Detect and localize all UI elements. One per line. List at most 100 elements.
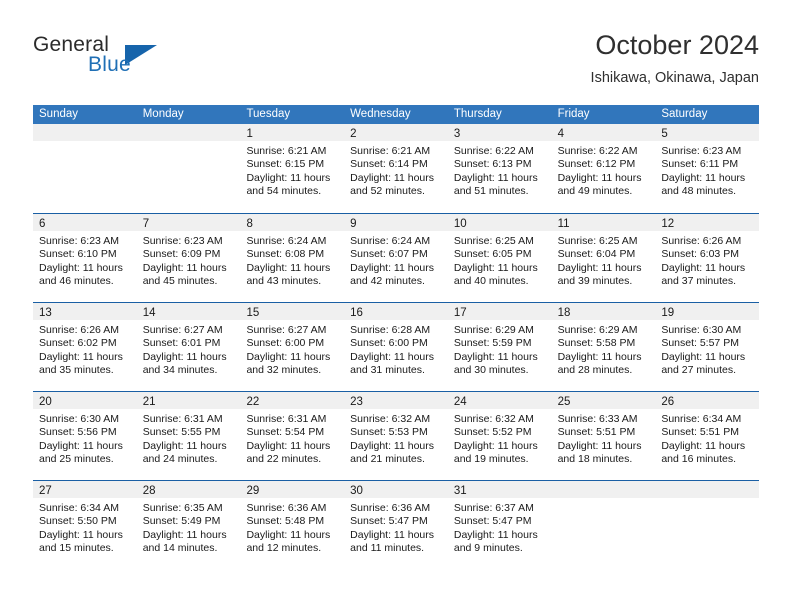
- daylight-text-line2: and 11 minutes.: [350, 542, 425, 555]
- calendar-day-cell[interactable]: 14 Sunrise: 6:27 AM Sunset: 6:01 PM Dayligh…: [136, 303, 241, 391]
- calendar-day-cell[interactable]: 29 Sunrise: 6:36 AM Sunset: 5:48 PM Dayligh…: [240, 481, 345, 569]
- page-subtitle: Ishikawa, Okinawa, Japan: [590, 70, 759, 86]
- sunset-text: Sunset: 5:47 PM: [453, 515, 532, 528]
- day-number-bar: 16: [344, 303, 448, 320]
- sunrise-text: Sunrise: 6:33 AM: [557, 413, 638, 425]
- day-number: 30: [350, 485, 363, 497]
- day-info: Sunrise: 6:34 AM Sunset: 5:50 PM Daylight:…: [33, 498, 137, 556]
- day-number: 16: [350, 307, 363, 319]
- day-number: 8: [246, 218, 253, 230]
- sunrise-text: Sunrise: 6:23 AM: [142, 235, 223, 247]
- calendar-day-cell-empty: [551, 481, 656, 569]
- calendar-day-cell[interactable]: 7 Sunrise: 6:23 AM Sunset: 6:09 PM Daylight…: [136, 214, 241, 302]
- calendar-day-cell[interactable]: 23 Sunrise: 6:32 AM Sunset: 5:53 PM Dayligh…: [344, 392, 448, 480]
- calendar-day-cell[interactable]: 5 Sunrise: 6:23 AM Sunset: 6:11 PM Daylight…: [655, 124, 760, 213]
- calendar-day-cell[interactable]: 1 Sunrise: 6:21 AM Sunset: 6:15 PM Daylight…: [240, 124, 345, 213]
- calendar-day-cell[interactable]: 20 Sunrise: 6:30 AM Sunset: 5:56 PM Dayligh…: [33, 392, 137, 480]
- day-number-bar: [655, 481, 760, 498]
- daylight-text-line2: and 22 minutes.: [246, 453, 322, 466]
- day-number-bar: 3: [447, 124, 552, 141]
- calendar-day-cell[interactable]: 31 Sunrise: 6:37 AM Sunset: 5:47 PM Dayligh…: [447, 481, 552, 569]
- calendar-day-cell[interactable]: 22 Sunrise: 6:31 AM Sunset: 5:54 PM Dayligh…: [240, 392, 345, 480]
- calendar-day-cell[interactable]: 13 Sunrise: 6:26 AM Sunset: 6:02 PM Dayligh…: [33, 303, 137, 391]
- calendar-day-cell[interactable]: 18 Sunrise: 6:29 AM Sunset: 5:58 PM Dayligh…: [551, 303, 656, 391]
- day-number: 31: [453, 485, 467, 497]
- calendar-day-cell[interactable]: 12 Sunrise: 6:26 AM Sunset: 6:03 PM Dayligh…: [655, 214, 760, 302]
- calendar-day-cell[interactable]: 11 Sunrise: 6:25 AM Sunset: 6:04 PM Dayligh…: [551, 214, 656, 302]
- daylight-text-line2: and 12 minutes.: [246, 542, 322, 555]
- day-info: Sunrise: 6:23 AM Sunset: 6:11 PM Daylight:…: [655, 141, 759, 199]
- sunrise-text: Sunrise: 6:25 AM: [557, 235, 638, 247]
- sunset-text: Sunset: 5:50 PM: [39, 515, 117, 528]
- calendar-day-cell[interactable]: 4 Sunrise: 6:22 AM Sunset: 6:12 PM Daylight…: [551, 124, 656, 213]
- sunset-text: Sunset: 5:52 PM: [453, 426, 532, 439]
- day-info: Sunrise: 6:27 AM Sunset: 6:00 PM Daylight:…: [240, 320, 344, 378]
- day-number-bar: 17: [447, 303, 552, 320]
- day-number: 25: [557, 396, 571, 408]
- day-number: 12: [661, 218, 675, 230]
- calendar-day-cell[interactable]: 25 Sunrise: 6:33 AM Sunset: 5:51 PM Dayligh…: [551, 392, 656, 480]
- calendar-day-cell[interactable]: 8 Sunrise: 6:24 AM Sunset: 6:08 PM Daylight…: [240, 214, 345, 302]
- daylight-text-line1: Daylight: 11 hours: [661, 171, 746, 184]
- calendar-day-cell[interactable]: 26 Sunrise: 6:34 AM Sunset: 5:51 PM Dayligh…: [655, 392, 760, 480]
- calendar-week-row: 27 Sunrise: 6:34 AM Sunset: 5:50 PM Dayligh…: [33, 480, 760, 569]
- daylight-text-line1: Daylight: 11 hours: [661, 439, 746, 452]
- calendar-day-cell[interactable]: 21 Sunrise: 6:31 AM Sunset: 5:55 PM Dayligh…: [136, 392, 241, 480]
- day-number-bar: 8: [240, 214, 345, 231]
- daylight-text-line2: and 37 minutes.: [661, 275, 737, 288]
- day-number: 9: [350, 218, 357, 230]
- calendar-day-cell[interactable]: 24 Sunrise: 6:32 AM Sunset: 5:52 PM Dayligh…: [447, 392, 552, 480]
- calendar-day-cell[interactable]: 15 Sunrise: 6:27 AM Sunset: 6:00 PM Dayligh…: [240, 303, 345, 391]
- calendar-day-cell[interactable]: 27 Sunrise: 6:34 AM Sunset: 5:50 PM Dayligh…: [33, 481, 137, 569]
- day-number-bar: 31: [447, 481, 552, 498]
- sunrise-text: Sunrise: 6:24 AM: [350, 235, 431, 247]
- sunset-text: Sunset: 5:49 PM: [142, 515, 221, 528]
- daylight-text-line2: and 21 minutes.: [350, 453, 425, 466]
- sunrise-text: Sunrise: 6:28 AM: [350, 324, 431, 336]
- sunrise-text: Sunrise: 6:22 AM: [557, 145, 638, 157]
- sunrise-text: Sunrise: 6:32 AM: [350, 413, 431, 425]
- sunrise-text: Sunrise: 6:27 AM: [246, 324, 327, 336]
- daylight-text-line1: Daylight: 11 hours: [39, 439, 123, 452]
- calendar-day-cell[interactable]: 6 Sunrise: 6:23 AM Sunset: 6:10 PM Daylight…: [33, 214, 137, 302]
- daylight-text-line1: Daylight: 11 hours: [246, 350, 331, 363]
- sunset-text: Sunset: 6:15 PM: [246, 158, 325, 171]
- daylight-text-line1: Daylight: 11 hours: [142, 528, 227, 541]
- title-block: October 2024 Ishikawa, Okinawa, Japan: [591, 28, 759, 88]
- sunrise-text: Sunrise: 6:34 AM: [661, 413, 742, 425]
- weekday-header-saturday: Saturday: [661, 108, 708, 120]
- sunrise-text: Sunrise: 6:21 AM: [246, 145, 327, 157]
- sunset-text: Sunset: 5:48 PM: [246, 515, 325, 528]
- calendar-grid: Sunday Monday Tuesday Wednesday Thursday…: [33, 105, 760, 569]
- calendar-day-cell[interactable]: 10 Sunrise: 6:25 AM Sunset: 6:05 PM Dayligh…: [447, 214, 552, 302]
- calendar-day-cell[interactable]: 16 Sunrise: 6:28 AM Sunset: 6:00 PM Dayligh…: [344, 303, 448, 391]
- daylight-text-line1: Daylight: 11 hours: [350, 528, 435, 541]
- sunset-text: Sunset: 6:01 PM: [142, 337, 221, 350]
- calendar-day-cell[interactable]: 30 Sunrise: 6:36 AM Sunset: 5:47 PM Dayligh…: [344, 481, 448, 569]
- day-number: 18: [557, 307, 571, 319]
- calendar-day-cell[interactable]: 28 Sunrise: 6:35 AM Sunset: 5:49 PM Dayligh…: [136, 481, 241, 569]
- calendar-week-row: 20 Sunrise: 6:30 AM Sunset: 5:56 PM Dayligh…: [33, 391, 760, 480]
- calendar-day-cell[interactable]: 17 Sunrise: 6:29 AM Sunset: 5:59 PM Dayligh…: [447, 303, 552, 391]
- sunset-text: Sunset: 6:09 PM: [142, 248, 221, 261]
- daylight-text-line2: and 16 minutes.: [661, 453, 737, 466]
- day-number-bar: 21: [136, 392, 241, 409]
- sunrise-text: Sunrise: 6:23 AM: [661, 145, 742, 157]
- day-number-bar: 7: [136, 214, 241, 231]
- day-number: 13: [39, 307, 52, 319]
- calendar-day-cell[interactable]: 2 Sunrise: 6:21 AM Sunset: 6:14 PM Daylight…: [344, 124, 448, 213]
- day-info: Sunrise: 6:29 AM Sunset: 5:58 PM Daylight:…: [552, 320, 656, 378]
- day-number: 3: [453, 128, 461, 140]
- daylight-text-line2: and 34 minutes.: [142, 364, 218, 377]
- day-number-bar: 27: [33, 481, 137, 498]
- calendar-day-cell[interactable]: 3 Sunrise: 6:22 AM Sunset: 6:13 PM Daylight…: [447, 124, 552, 213]
- day-info: Sunrise: 6:24 AM Sunset: 6:07 PM Daylight:…: [344, 231, 448, 289]
- calendar-day-cell[interactable]: 9 Sunrise: 6:24 AM Sunset: 6:07 PM Daylight…: [344, 214, 448, 302]
- calendar-day-cell[interactable]: 19 Sunrise: 6:30 AM Sunset: 5:57 PM Dayligh…: [655, 303, 760, 391]
- day-number-bar: 9: [344, 214, 448, 231]
- daylight-text-line2: and 45 minutes.: [142, 275, 218, 288]
- day-info: Sunrise: 6:24 AM Sunset: 6:08 PM Daylight:…: [240, 231, 344, 289]
- day-info: Sunrise: 6:31 AM Sunset: 5:54 PM Daylight:…: [240, 409, 344, 467]
- general-blue-logo[interactable]: General Blue: [33, 33, 233, 85]
- daylight-text-line2: and 19 minutes.: [453, 453, 529, 466]
